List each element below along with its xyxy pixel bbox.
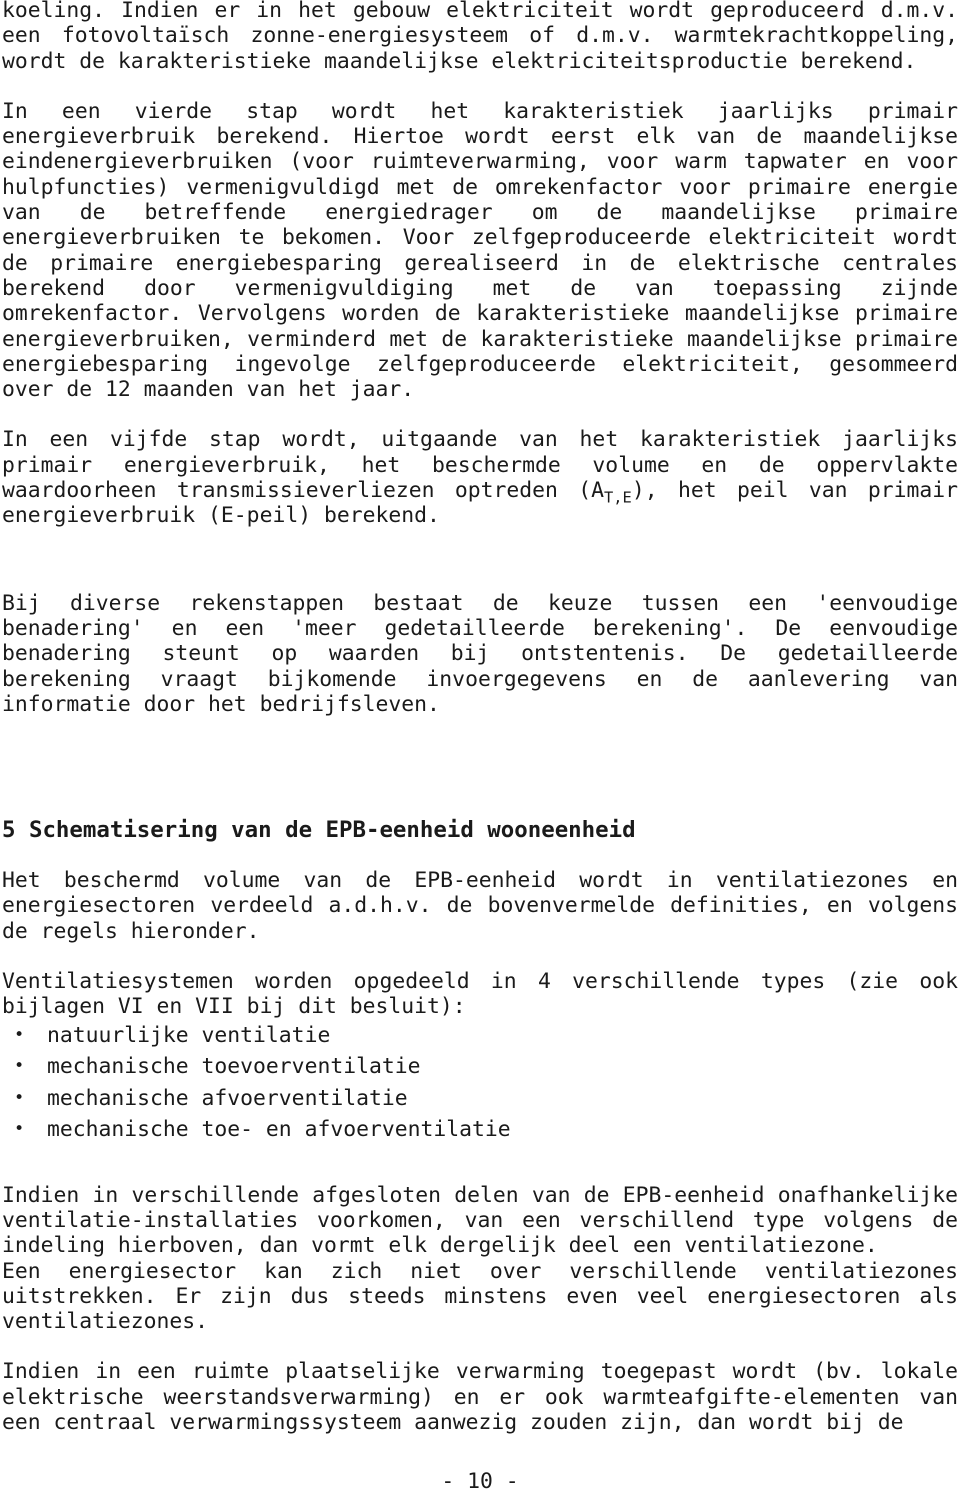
paragraph-ventilatiesystemen-intro: Ventilatiesystemen worden opgedeeld in 4… [2,969,958,1020]
subscript-at-e: T,E [604,488,632,507]
list-item-label: mechanische toe- en afvoerventilatie [47,1117,511,1143]
paragraph-vijfde-stap: In een vijfde stap wordt, uitgaande van … [2,427,958,528]
page-number: - 10 - [441,1469,519,1494]
bullet-icon: • [14,1056,25,1077]
bullet-icon: • [14,1087,25,1108]
paragraph-rekenstappen: Bij diverse rekenstappen bestaat de keuz… [2,590,958,717]
paragraph-beschermd-volume: Het beschermd volume van de EPB-eenheid … [2,868,958,944]
page-content: koeling. Indien er in het gebouw elektri… [2,0,958,1435]
paragraph-spacer-large [2,529,958,591]
document-page: koeling. Indien er in het gebouw elektri… [0,0,960,1508]
bullet-icon: • [14,1119,25,1140]
paragraph-energiesector: Een energiesector kan zich niet over ver… [2,1258,958,1335]
list-item: • natuurlijke ventilatie [2,1020,958,1052]
list-item: • mechanische afvoerventilatie [2,1083,958,1115]
list-item: • mechanische toe- en afvoerventilatie [2,1114,958,1146]
list-item: • mechanische toevoerventilatie [2,1051,958,1083]
list-item-label: mechanische toevoerventilatie [47,1054,421,1080]
list-item-label: mechanische afvoerventilatie [47,1085,408,1111]
page-footer: - 10 - [0,1469,960,1494]
list-item-label: natuurlijke ventilatie [47,1022,331,1048]
heading-spacer [2,843,958,868]
paragraph-plaatselijke-verwarming: Indien in een ruimte plaatselijke verwar… [2,1359,958,1435]
bullet-icon: • [14,1024,25,1045]
ventilation-types-list: • natuurlijke ventilatie • mechanische t… [2,1020,958,1146]
paragraph-vierde-stap: In een vierde stap wordt het karakterist… [2,98,958,403]
paragraph-afgesloten-delen: Indien in verschillende afgesloten delen… [2,1182,958,1259]
paragraph-koeling-continued: koeling. Indien er in het gebouw elektri… [2,0,958,74]
section-heading-5: 5 Schematisering van de EPB-eenheid woon… [2,817,636,844]
